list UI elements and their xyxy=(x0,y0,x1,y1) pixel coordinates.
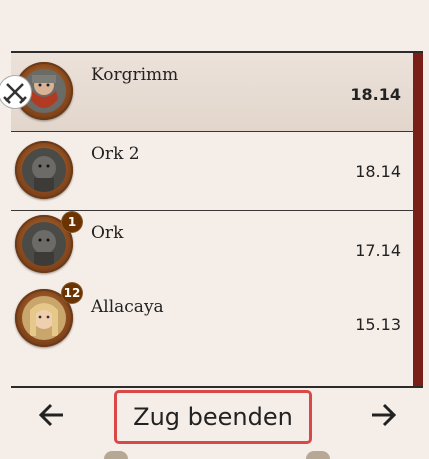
combatant-name: Allacaya xyxy=(91,297,164,317)
combatant-name: Ork xyxy=(91,223,124,243)
list-item[interactable]: Ork 2 18.14 xyxy=(11,132,413,211)
initiative-value: 18.14 xyxy=(355,162,401,181)
decorative-ornament xyxy=(104,451,128,459)
list-item[interactable]: 12 Allacaya 15.13 xyxy=(11,282,413,386)
count-badge: 1 xyxy=(61,211,83,233)
initiative-value: 17.14 xyxy=(355,241,401,260)
combatant-name: Ork 2 xyxy=(91,144,140,164)
list-item[interactable]: Korgrimm 18.14 xyxy=(0,53,413,132)
end-turn-button[interactable]: Zug beenden xyxy=(114,390,312,444)
orc-portrait-icon xyxy=(15,141,73,199)
combat-tracker-panel: Korgrimm 18.14 Ork 2 18.14 1 Ork 17.14 1… xyxy=(0,0,429,459)
initiative-list[interactable]: Korgrimm 18.14 Ork 2 18.14 1 Ork 17.14 1… xyxy=(0,53,413,386)
arrow-left-icon[interactable] xyxy=(37,400,67,430)
crossed-swords-icon xyxy=(0,76,31,108)
list-scrollbar[interactable] xyxy=(413,53,423,386)
decorative-ornament xyxy=(306,451,330,459)
list-item[interactable]: 1 Ork 17.14 xyxy=(11,211,413,287)
initiative-value: 18.14 xyxy=(350,85,401,104)
initiative-value: 15.13 xyxy=(355,315,401,334)
arrow-right-icon[interactable] xyxy=(368,400,398,430)
bottom-divider xyxy=(11,386,423,388)
count-badge: 12 xyxy=(61,282,83,304)
combatant-name: Korgrimm xyxy=(91,65,179,85)
